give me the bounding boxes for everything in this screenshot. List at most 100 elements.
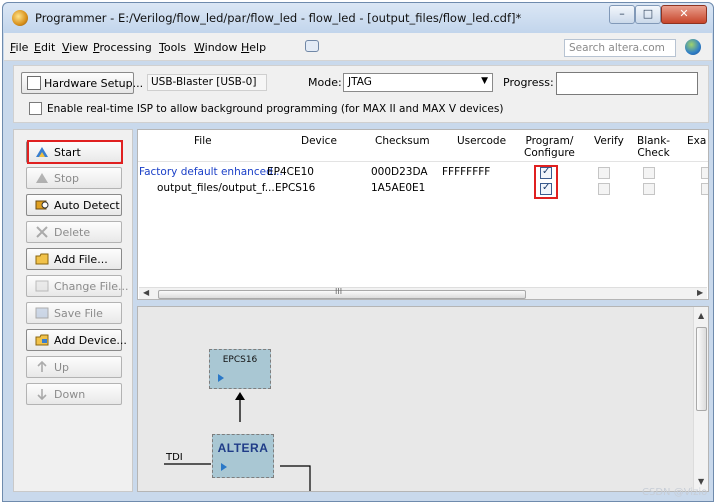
column-header-verify[interactable]: Verify <box>594 135 624 147</box>
column-header-program-configure[interactable]: Program/ Configure <box>524 135 575 159</box>
examine-checkbox[interactable] <box>701 167 708 179</box>
scroll-thumb[interactable]: III <box>158 287 526 299</box>
isp-label: Enable real-time ISP to allow background… <box>47 103 504 115</box>
down-button[interactable]: Down <box>26 383 122 405</box>
save-file-label: Save File <box>54 307 103 320</box>
epcs16-label: EPCS16 <box>222 355 258 365</box>
vertical-scrollbar[interactable]: ▲ ▼ <box>693 307 708 491</box>
horizontal-scrollbar[interactable]: ◀ III ▶ <box>139 287 707 299</box>
scroll-grip: III <box>335 287 343 296</box>
progress-label: Progress: <box>503 76 554 89</box>
close-button[interactable]: ✕ <box>661 5 707 24</box>
row-usercode-cell: FFFFFFFF <box>442 166 491 178</box>
column-header-checksum[interactable]: Checksum <box>375 135 430 147</box>
close-icon: ✕ <box>679 7 689 20</box>
column-header-device[interactable]: Device <box>301 135 337 147</box>
up-button[interactable]: Up <box>26 356 122 378</box>
change-file-icon <box>35 280 49 292</box>
device-arrow-icon <box>218 374 224 382</box>
row-device-cell: EP4CE10 <box>267 166 314 178</box>
stop-icon <box>36 173 48 183</box>
menu-file[interactable]: File <box>10 41 28 54</box>
auto-detect-button[interactable]: Auto Detect <box>26 194 122 216</box>
blank-check-header-line2: Check <box>637 147 670 159</box>
verify-checkbox[interactable] <box>598 167 610 179</box>
menu-processing[interactable]: Processing <box>93 41 152 54</box>
add-device-button[interactable]: Add Device... <box>26 329 127 351</box>
program-header-line1: Program/ <box>525 135 574 147</box>
menu-help[interactable]: Help <box>241 41 266 54</box>
auto-detect-label: Auto Detect <box>54 199 120 212</box>
blank-check-checkbox[interactable] <box>643 167 655 179</box>
csdn-watermark: CSDN @Vizio <box>642 487 708 498</box>
hardware-setup-icon <box>27 76 41 90</box>
mode-label: Mode: <box>308 76 342 89</box>
add-device-label: Add Device... <box>54 334 127 347</box>
change-file-button[interactable]: Change File... <box>26 275 129 297</box>
hardware-setup-button[interactable]: Hardware Setup... <box>21 72 143 94</box>
scroll-left-icon[interactable]: ◀ <box>143 288 149 297</box>
programming-file-table: File Device Checksum Usercode Program/ C… <box>137 129 709 300</box>
stop-label: Stop <box>54 172 80 185</box>
maximize-button[interactable]: □ <box>635 5 661 24</box>
menu-view[interactable]: View <box>62 41 88 54</box>
search-input[interactable]: Search altera.com <box>564 39 676 57</box>
delete-button[interactable]: Delete <box>26 221 122 243</box>
minimize-button[interactable]: – <box>609 5 635 24</box>
title-bar[interactable]: Programmer - E:/Verilog/flow_led/par/flo… <box>3 3 713 33</box>
down-arrow-icon <box>37 389 47 400</box>
menu-window[interactable]: Window <box>194 41 237 54</box>
column-header-examine[interactable]: Exa <box>687 135 706 147</box>
chain-up-arrow <box>235 392 245 422</box>
action-sidebar: Start Stop Auto Detect Delete Add File..… <box>13 129 133 492</box>
dropdown-arrow-icon: ▼ <box>481 76 488 86</box>
window-title: Programmer - E:/Verilog/flow_led/par/flo… <box>35 11 522 25</box>
column-header-file[interactable]: File <box>194 135 212 147</box>
altera-fpga-chip[interactable]: ALTERA <box>212 434 274 478</box>
row-checksum-cell: 1A5AE0E1 <box>371 182 426 194</box>
globe-icon[interactable] <box>685 39 701 55</box>
program-header-line2: Configure <box>524 147 575 159</box>
blank-check-header-line1: Blank- <box>637 135 671 147</box>
row-file-cell[interactable]: Factory default enhanced... <box>139 166 283 178</box>
up-label: Up <box>54 361 70 374</box>
isp-checkbox[interactable] <box>29 102 42 115</box>
column-header-blank-check[interactable]: Blank- Check <box>637 135 670 159</box>
delete-icon <box>36 226 48 238</box>
epcs16-chip[interactable]: EPCS16 <box>209 349 271 389</box>
chain-canvas: EPCS16 ALTERA TDI <box>138 307 693 491</box>
altera-logo: ALTERA <box>217 441 269 455</box>
row-file-cell[interactable]: output_files/output_f... <box>157 182 275 194</box>
save-file-button[interactable]: Save File <box>26 302 122 324</box>
up-arrow-icon <box>37 361 47 372</box>
hardware-toolbar: Hardware Setup... USB-Blaster [USB-0] Mo… <box>13 65 709 123</box>
down-label: Down <box>54 388 86 401</box>
menu-edit[interactable]: Edit <box>34 41 55 54</box>
scroll-up-icon[interactable]: ▲ <box>698 311 704 320</box>
tdo-line <box>280 465 311 491</box>
device-arrow-icon <box>221 463 227 471</box>
mode-select[interactable]: JTAG ▼ <box>343 73 493 92</box>
row-device-cell: EPCS16 <box>275 182 316 194</box>
menu-tools[interactable]: Tools <box>159 41 186 54</box>
vertical-scroll-thumb[interactable] <box>696 327 707 411</box>
change-file-label: Change File... <box>54 280 129 293</box>
add-file-button[interactable]: Add File... <box>26 248 122 270</box>
hardware-setup-label: Hardware Setup... <box>44 77 144 90</box>
column-header-usercode[interactable]: Usercode <box>457 135 506 147</box>
hardware-name-field: USB-Blaster [USB-0] <box>147 74 267 91</box>
start-highlight-box <box>27 140 123 164</box>
tdi-line <box>164 463 211 465</box>
delete-label: Delete <box>54 226 91 239</box>
whats-this-help-icon[interactable] <box>305 40 319 52</box>
scroll-down-icon[interactable]: ▼ <box>698 477 704 486</box>
mode-value: JTAG <box>348 76 372 88</box>
auto-detect-icon <box>35 200 49 210</box>
examine-checkbox[interactable] <box>701 183 708 195</box>
menu-bar: File Edit View Processing Tools Window H… <box>4 33 712 61</box>
row-checksum-cell: 000D23DA <box>371 166 428 178</box>
scroll-right-icon[interactable]: ▶ <box>697 288 703 297</box>
blank-check-checkbox[interactable] <box>643 183 655 195</box>
stop-button[interactable]: Stop <box>26 167 122 189</box>
verify-checkbox[interactable] <box>598 183 610 195</box>
